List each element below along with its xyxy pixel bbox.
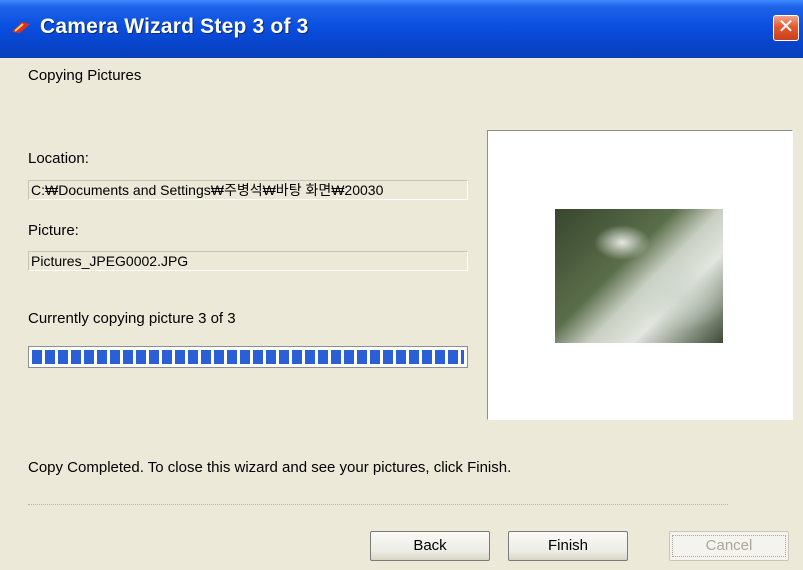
completion-message: Copy Completed. To close this wizard and… [28,459,512,476]
location-field: C:₩Documents and Settings₩주병석₩바탕 화면₩2003… [28,180,468,200]
location-label: Location: [28,150,89,167]
cancel-button-label: Cancel [672,535,786,557]
progress-fill [32,350,464,364]
progress-status: Currently copying picture 3 of 3 [28,310,236,327]
camera-wizard-icon [12,22,30,33]
window-title: Camera Wizard Step 3 of 3 [40,15,309,38]
cancel-button[interactable]: Cancel [669,531,789,561]
wizard-content: Copying Pictures Location: C:₩Documents … [0,58,803,570]
page-heading: Copying Pictures [28,67,142,84]
close-button[interactable]: ✕ [773,15,799,41]
picture-label: Picture: [28,222,79,239]
preview-image [555,209,723,343]
title-bar: Camera Wizard Step 3 of 3 ✕ [0,0,803,58]
progress-bar [28,346,468,368]
back-button[interactable]: Back [370,531,490,561]
picture-field: Pictures_JPEG0002.JPG [28,251,468,271]
picture-preview [487,130,793,420]
close-icon: ✕ [777,16,795,38]
separator [28,504,728,505]
finish-button[interactable]: Finish [508,531,628,561]
